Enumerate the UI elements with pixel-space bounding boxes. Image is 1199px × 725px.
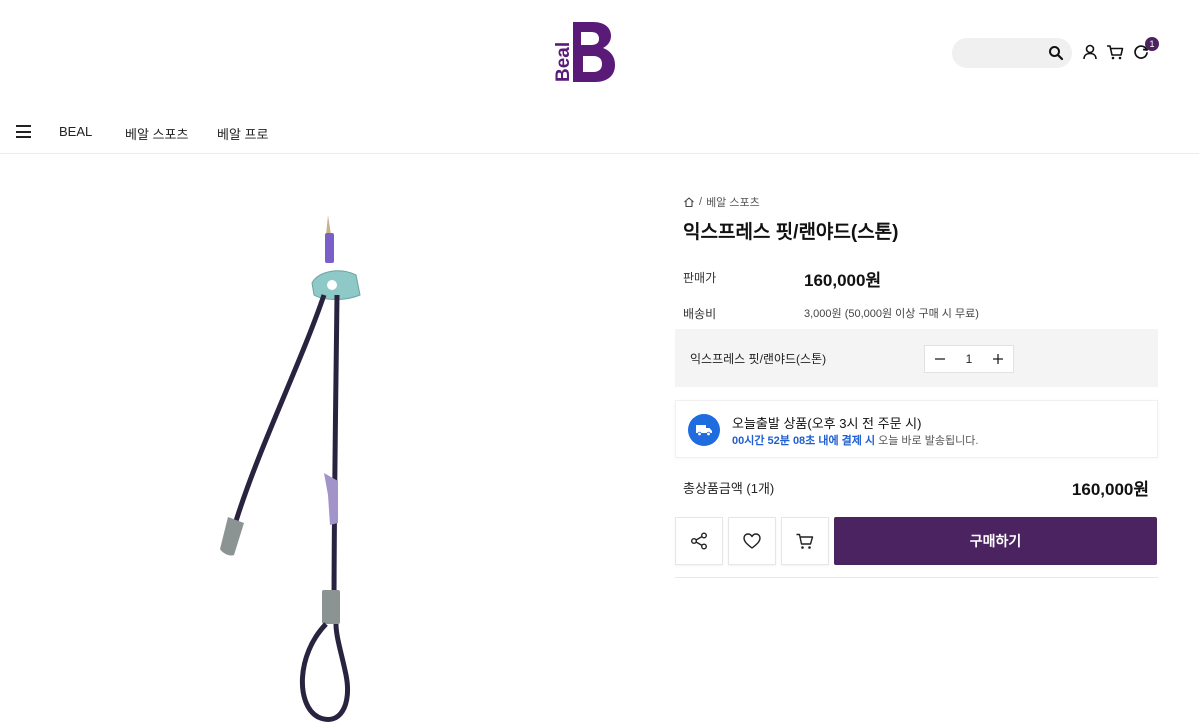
heart-icon xyxy=(743,533,761,549)
same-day-delivery-notice: 오늘출발 상품(오후 3시 전 주문 시) 00시간 52분 08초 내에 결제… xyxy=(675,400,1158,458)
increase-button[interactable] xyxy=(983,346,1013,372)
quantity-stepper: 1 xyxy=(924,345,1014,373)
breadcrumb: / 베알 스포츠 xyxy=(683,194,760,210)
logo-text: Beal xyxy=(553,42,574,82)
wishlist-button[interactable] xyxy=(728,517,776,565)
cart-count-badge: 1 xyxy=(1145,37,1159,51)
plus-icon xyxy=(993,354,1003,364)
search-input[interactable] xyxy=(952,38,1042,68)
cart-icon[interactable] xyxy=(1106,43,1124,61)
product-price: 160,000원 xyxy=(804,271,882,290)
delivery-subtitle: 00시간 52분 08초 내에 결제 시 오늘 바로 발송됩니다. xyxy=(732,432,978,448)
selected-option: 익스프레스 핏/랜야드(스톤) 1 xyxy=(675,329,1158,387)
shipping-label: 배송비 xyxy=(683,307,717,321)
quantity-value[interactable]: 1 xyxy=(955,352,983,366)
breadcrumb-separator: / xyxy=(699,196,703,208)
add-to-cart-button[interactable] xyxy=(781,517,829,565)
delivery-suffix: 오늘 바로 발송됩니다. xyxy=(875,435,979,447)
breadcrumb-category[interactable]: 베알 스포츠 xyxy=(706,194,760,210)
truck-icon xyxy=(688,414,720,446)
beal-logo[interactable]: Beal xyxy=(549,20,617,84)
minus-icon xyxy=(935,358,945,360)
share-button[interactable] xyxy=(675,517,723,565)
option-name: 익스프레스 핏/랜야드(스톤) xyxy=(690,352,827,366)
section-divider xyxy=(675,577,1158,578)
price-label: 판매가 xyxy=(683,271,717,285)
nav-item-beal[interactable]: BEAL xyxy=(59,124,92,139)
buy-now-button[interactable]: 구매하기 xyxy=(834,517,1157,565)
delivery-title: 오늘출발 상품(오후 3시 전 주문 시) xyxy=(732,416,922,431)
product-image xyxy=(220,215,361,722)
user-icon[interactable] xyxy=(1081,43,1099,61)
search-box[interactable] xyxy=(952,38,1072,68)
delivery-countdown: 00시간 52분 08초 내에 결제 시 xyxy=(732,435,876,447)
search-icon[interactable] xyxy=(1048,45,1064,61)
decrease-button[interactable] xyxy=(925,346,955,372)
product-title: 익스프레스 핏/랜야드(스톤) xyxy=(683,222,899,243)
total-label: 총상품금액 (1개) xyxy=(683,481,775,496)
shipping-info: 3,000원 (50,000원 이상 구매 시 무료) xyxy=(804,308,979,320)
home-icon[interactable] xyxy=(683,196,695,208)
share-icon xyxy=(691,532,707,550)
total-price: 160,000원 xyxy=(1071,480,1149,499)
menu-icon[interactable] xyxy=(16,125,31,138)
main-nav: BEAL 베알 스포츠 베알 프로 xyxy=(0,112,1199,154)
nav-item-beal-pro[interactable]: 베알 프로 xyxy=(217,124,268,143)
cart-icon xyxy=(796,533,814,549)
nav-item-beal-sports[interactable]: 베알 스포츠 xyxy=(125,124,188,143)
